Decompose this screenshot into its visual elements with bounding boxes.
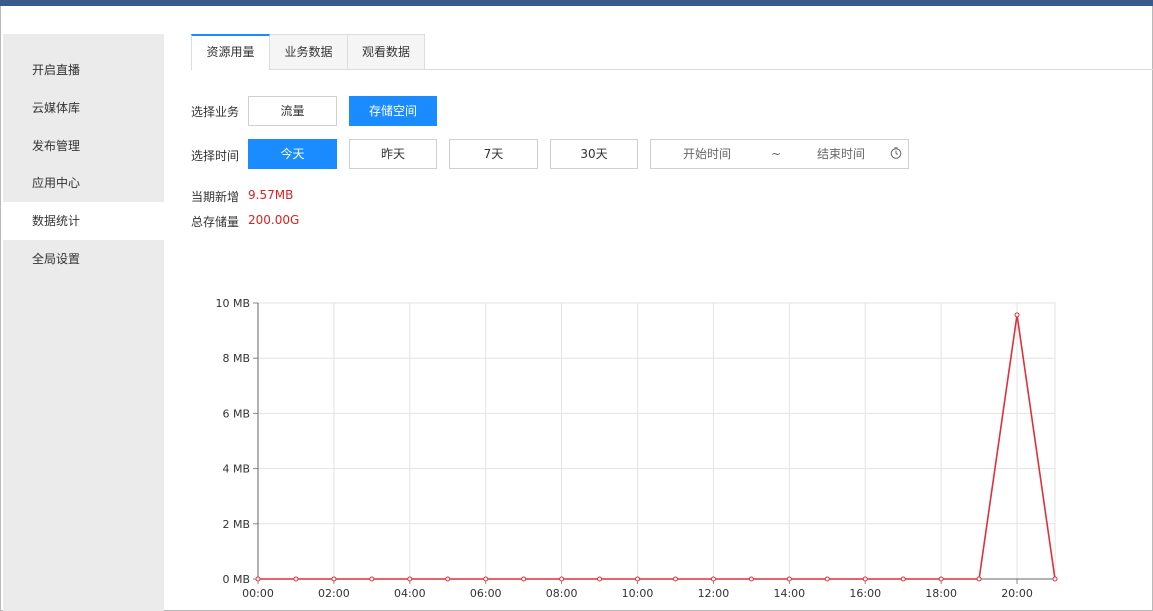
7-days-button[interactable]: 7天 xyxy=(449,139,538,169)
sidebar-item-settings[interactable]: 全局设置 xyxy=(3,240,164,278)
tab-resource-usage[interactable]: 资源用量 xyxy=(191,34,270,70)
new-storage-label: 当期新增 xyxy=(191,190,240,204)
tabs-divider xyxy=(191,69,1153,70)
total-storage-label: 总存储量 xyxy=(191,215,240,229)
clock-icon[interactable] xyxy=(890,147,902,159)
new-storage-value: 9.57MB xyxy=(248,188,294,202)
sidebar-item-live[interactable]: 开启直播 xyxy=(3,51,164,89)
total-storage-value: 200.00G xyxy=(248,213,300,227)
business-label: 选择业务 xyxy=(191,105,240,119)
sidebar-item-media-library[interactable]: 云媒体库 xyxy=(3,89,164,127)
tab-viewing-data[interactable]: 观看数据 xyxy=(347,34,425,69)
end-date-input[interactable]: 结束时间 xyxy=(817,140,865,168)
yesterday-button[interactable]: 昨天 xyxy=(349,139,437,169)
sidebar-item-apps[interactable]: 应用中心 xyxy=(3,164,164,202)
storage-button[interactable]: 存储空间 xyxy=(349,96,437,126)
top-bar xyxy=(0,0,1153,6)
30-days-button[interactable]: 30天 xyxy=(550,139,638,169)
sidebar: 开启直播 云媒体库 发布管理 应用中心 数据统计 全局设置 xyxy=(3,34,164,611)
date-range-picker[interactable]: 开始时间 ~ 结束时间 xyxy=(650,139,909,169)
sidebar-item-publish[interactable]: 发布管理 xyxy=(3,127,164,165)
today-button[interactable]: 今天 xyxy=(248,139,337,169)
traffic-button[interactable]: 流量 xyxy=(248,96,337,126)
tab-business-data[interactable]: 业务数据 xyxy=(269,34,348,69)
sidebar-item-statistics[interactable]: 数据统计 xyxy=(3,202,164,240)
window-frame xyxy=(0,0,1153,611)
time-label: 选择时间 xyxy=(191,149,240,163)
start-date-input[interactable]: 开始时间 xyxy=(683,140,731,168)
range-separator: ~ xyxy=(771,147,782,161)
